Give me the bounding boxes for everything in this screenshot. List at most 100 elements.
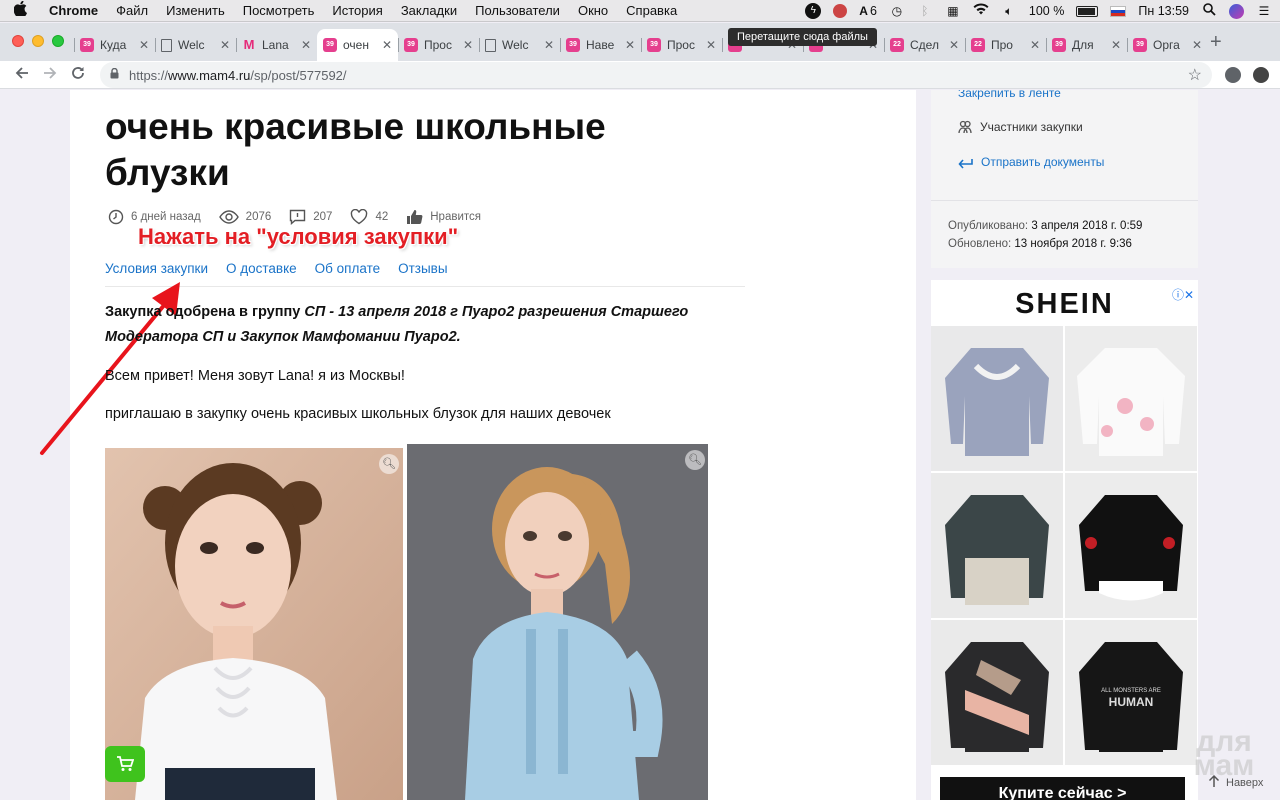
post-comments[interactable]: 207 xyxy=(289,209,332,225)
tab-close-icon[interactable]: ✕ xyxy=(301,38,311,52)
reload-icon[interactable] xyxy=(64,65,92,85)
annotation-arrow-icon xyxy=(40,282,180,455)
tab-reviews[interactable]: Отзывы xyxy=(398,261,447,276)
url-scheme: https:// xyxy=(129,67,169,83)
tab-close-icon[interactable]: ✕ xyxy=(139,38,149,52)
clock-icon xyxy=(108,209,124,225)
tab-close-icon[interactable]: ✕ xyxy=(220,38,230,52)
tab-close-icon[interactable]: ✕ xyxy=(463,38,473,52)
zoom-icon[interactable]: 🔍︎ xyxy=(379,454,399,474)
tab-close-icon[interactable]: ✕ xyxy=(382,38,392,52)
product-photo-blue-blouse[interactable]: 🔍︎ xyxy=(407,444,708,800)
siri-icon[interactable] xyxy=(1229,3,1244,19)
tab-delivery[interactable]: О доставке xyxy=(226,261,297,276)
browser-tab[interactable]: 22 Про ✕ xyxy=(965,29,1046,61)
battery-percent: 100 % xyxy=(1028,4,1065,18)
tab-close-icon[interactable]: ✕ xyxy=(1030,38,1040,52)
forward-arrow-icon[interactable] xyxy=(36,65,64,85)
menu-help[interactable]: Справка xyxy=(617,3,686,18)
input-source-flag-icon[interactable] xyxy=(1110,5,1127,17)
zoom-window-button[interactable] xyxy=(52,35,64,47)
post-views: 2076 xyxy=(218,209,272,225)
buy-now-button[interactable]: Купите сейчас > xyxy=(940,777,1185,800)
keyboard-icon[interactable]: ▦ xyxy=(945,3,961,19)
shein-ad[interactable]: SHEIN ⓘ✕ ALL MONSTERS ARE HUMAN xyxy=(931,280,1198,800)
battery-icon[interactable] xyxy=(1076,5,1099,17)
minimize-window-button[interactable] xyxy=(32,35,44,47)
like-button[interactable]: Нравится xyxy=(406,209,481,225)
tab-close-icon[interactable]: ✕ xyxy=(706,38,716,52)
browser-tab[interactable]: 39 Для ✕ xyxy=(1046,29,1127,61)
published-date: Опубликовано: 3 апреля 2018 г. 0:59 xyxy=(948,220,1142,232)
browser-tab[interactable]: Welc ✕ xyxy=(155,29,236,61)
tab-close-icon[interactable]: ✕ xyxy=(1111,38,1121,52)
close-window-button[interactable] xyxy=(12,35,24,47)
ad-tile-grey-blouse[interactable] xyxy=(931,326,1063,471)
adobe-icon[interactable]: A6 xyxy=(859,4,877,18)
back-arrow-icon[interactable] xyxy=(8,65,36,85)
menu-window[interactable]: Окно xyxy=(569,3,617,18)
tab-close-icon[interactable]: ✕ xyxy=(949,38,959,52)
browser-tab[interactable]: 39 Прос ✕ xyxy=(641,29,722,61)
members-link-label: Участники закупки xyxy=(980,120,1083,134)
tab-favicon-icon xyxy=(161,38,172,52)
ad-tile-rose-sweatshirt[interactable] xyxy=(1065,473,1197,618)
menu-view[interactable]: Посмотреть xyxy=(234,3,324,18)
profile-avatar-icon[interactable] xyxy=(1225,67,1241,83)
notification-center-icon[interactable]: ☰ xyxy=(1256,3,1272,19)
ad-tile-patchwork-sweater[interactable] xyxy=(931,620,1063,765)
browser-tab[interactable]: 22 Сдел ✕ xyxy=(884,29,965,61)
tab-close-icon[interactable]: ✕ xyxy=(625,38,635,52)
bookmark-star-icon[interactable]: ☆ xyxy=(1188,65,1202,85)
browser-tab[interactable]: 39 Наве ✕ xyxy=(560,29,641,61)
reply-arrow-icon xyxy=(958,158,973,169)
browser-tab[interactable]: 39 очен ✕ xyxy=(317,29,398,61)
zoom-icon[interactable]: 🔍︎ xyxy=(685,450,705,470)
cart-icon[interactable] xyxy=(105,746,145,782)
bolt-icon[interactable]: ϟ xyxy=(805,3,822,19)
post-views-count: 2076 xyxy=(245,211,272,223)
ad-tile-floral-top[interactable] xyxy=(1065,326,1197,471)
menu-chrome[interactable]: Chrome xyxy=(40,3,107,18)
apple-menu-icon[interactable] xyxy=(0,0,40,20)
ad-tile-colorblock-sweater[interactable] xyxy=(931,473,1063,618)
wifi-icon[interactable] xyxy=(973,3,989,19)
new-tab-button[interactable]: + xyxy=(1210,31,1222,54)
menu-bookmarks[interactable]: Закладки xyxy=(392,3,466,18)
browser-tab[interactable]: 39 Прос ✕ xyxy=(398,29,479,61)
address-bar[interactable]: https://www.mam4.ru/sp/post/577592/ ☆ xyxy=(100,62,1212,88)
menu-edit[interactable]: Изменить xyxy=(157,3,234,18)
extension-icon[interactable] xyxy=(1253,67,1269,83)
spotlight-search-icon[interactable] xyxy=(1201,3,1217,19)
scroll-to-top-button[interactable]: Наверх xyxy=(1208,774,1263,791)
menu-people[interactable]: Пользователи xyxy=(466,3,569,18)
volume-icon[interactable]: 🔈︎ xyxy=(1001,3,1017,19)
post-comments-count: 207 xyxy=(313,211,333,223)
browser-tab[interactable]: Welc ✕ xyxy=(479,29,560,61)
ad-info-icon[interactable]: ⓘ✕ xyxy=(1172,286,1194,303)
tutorial-annotation: Нажать на "условия закупки" xyxy=(138,224,459,249)
scroll-to-top-label: Наверх xyxy=(1226,776,1264,789)
tab-payment[interactable]: Об оплате xyxy=(315,261,380,276)
members-link[interactable]: Участники закупки xyxy=(958,120,1083,134)
post-likes[interactable]: 42 xyxy=(350,209,388,225)
product-photo-white-blouse[interactable]: 🔍︎ xyxy=(105,448,403,800)
menu-history[interactable]: История xyxy=(323,3,391,18)
send-documents-link[interactable]: Отправить документы xyxy=(958,155,1104,169)
browser-tab[interactable]: 39 Куда ✕ xyxy=(74,29,155,61)
tab-title: Про xyxy=(991,38,1013,52)
menu-file[interactable]: Файл xyxy=(107,3,157,18)
time-machine-icon[interactable]: ◷ xyxy=(889,3,905,19)
browser-tab[interactable]: 39 Орга ✕ xyxy=(1127,29,1208,61)
browser-tab[interactable]: M Lana ✕ xyxy=(236,29,317,61)
notification-app-icon[interactable] xyxy=(833,4,848,18)
tab-title: Прос xyxy=(667,38,695,52)
clock[interactable]: Пн 13:59 xyxy=(1138,4,1189,18)
post-time-text: 6 дней назад xyxy=(131,211,201,223)
bluetooth-icon[interactable]: ᛒ xyxy=(917,3,933,19)
greeting-text: Всем привет! Меня зовут Lana! я из Москв… xyxy=(105,368,405,384)
tab-close-icon[interactable]: ✕ xyxy=(1192,38,1202,52)
tab-close-icon[interactable]: ✕ xyxy=(544,38,554,52)
pin-to-feed-link[interactable]: Закрепить в ленте xyxy=(958,90,1061,100)
lock-icon[interactable] xyxy=(110,67,119,82)
